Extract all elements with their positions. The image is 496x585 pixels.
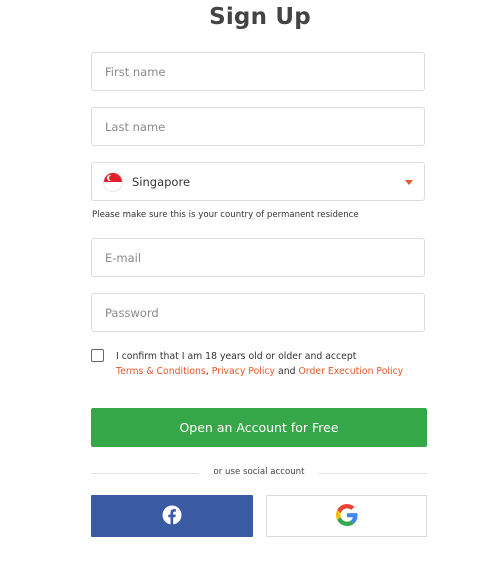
google-login-button[interactable]: [266, 495, 427, 537]
first-name-input[interactable]: [92, 53, 424, 90]
social-divider: or use social account: [91, 466, 427, 480]
divider-line-right: [319, 473, 427, 474]
singapore-flag-icon: [104, 172, 122, 191]
order-execution-policy-link[interactable]: Order Execution Policy: [298, 366, 403, 377]
consent-prefix: I confirm that I am 18 years old or olde…: [116, 351, 357, 362]
age-consent-checkbox[interactable]: [91, 349, 104, 362]
consent-comma: ,: [205, 366, 209, 377]
facebook-icon: [162, 505, 182, 528]
terms-link[interactable]: Terms & Conditions: [116, 366, 206, 377]
first-name-field[interactable]: [91, 52, 425, 91]
google-icon: [335, 503, 358, 529]
country-select[interactable]: Singapore: [91, 162, 425, 201]
last-name-field[interactable]: [91, 107, 425, 146]
age-consent-text: I confirm that I am 18 years old or olde…: [116, 349, 416, 379]
last-name-input[interactable]: [92, 108, 424, 145]
country-selected-value: Singapore: [132, 174, 191, 189]
signup-page: Sign Up Singapore Please make sure this …: [0, 0, 496, 585]
email-input[interactable]: [92, 239, 424, 276]
password-field[interactable]: [91, 293, 425, 332]
email-field[interactable]: [91, 238, 425, 277]
password-input[interactable]: [92, 294, 424, 331]
facebook-login-button[interactable]: [91, 495, 253, 537]
chevron-down-icon[interactable]: [405, 180, 413, 185]
page-title: Sign Up: [209, 4, 311, 30]
country-hint: Please make sure this is your country of…: [92, 210, 359, 220]
consent-and: and: [278, 366, 296, 377]
open-account-button[interactable]: Open an Account for Free: [91, 408, 427, 447]
social-divider-text: or use social account: [213, 467, 305, 477]
privacy-policy-link[interactable]: Privacy Policy: [212, 366, 275, 377]
